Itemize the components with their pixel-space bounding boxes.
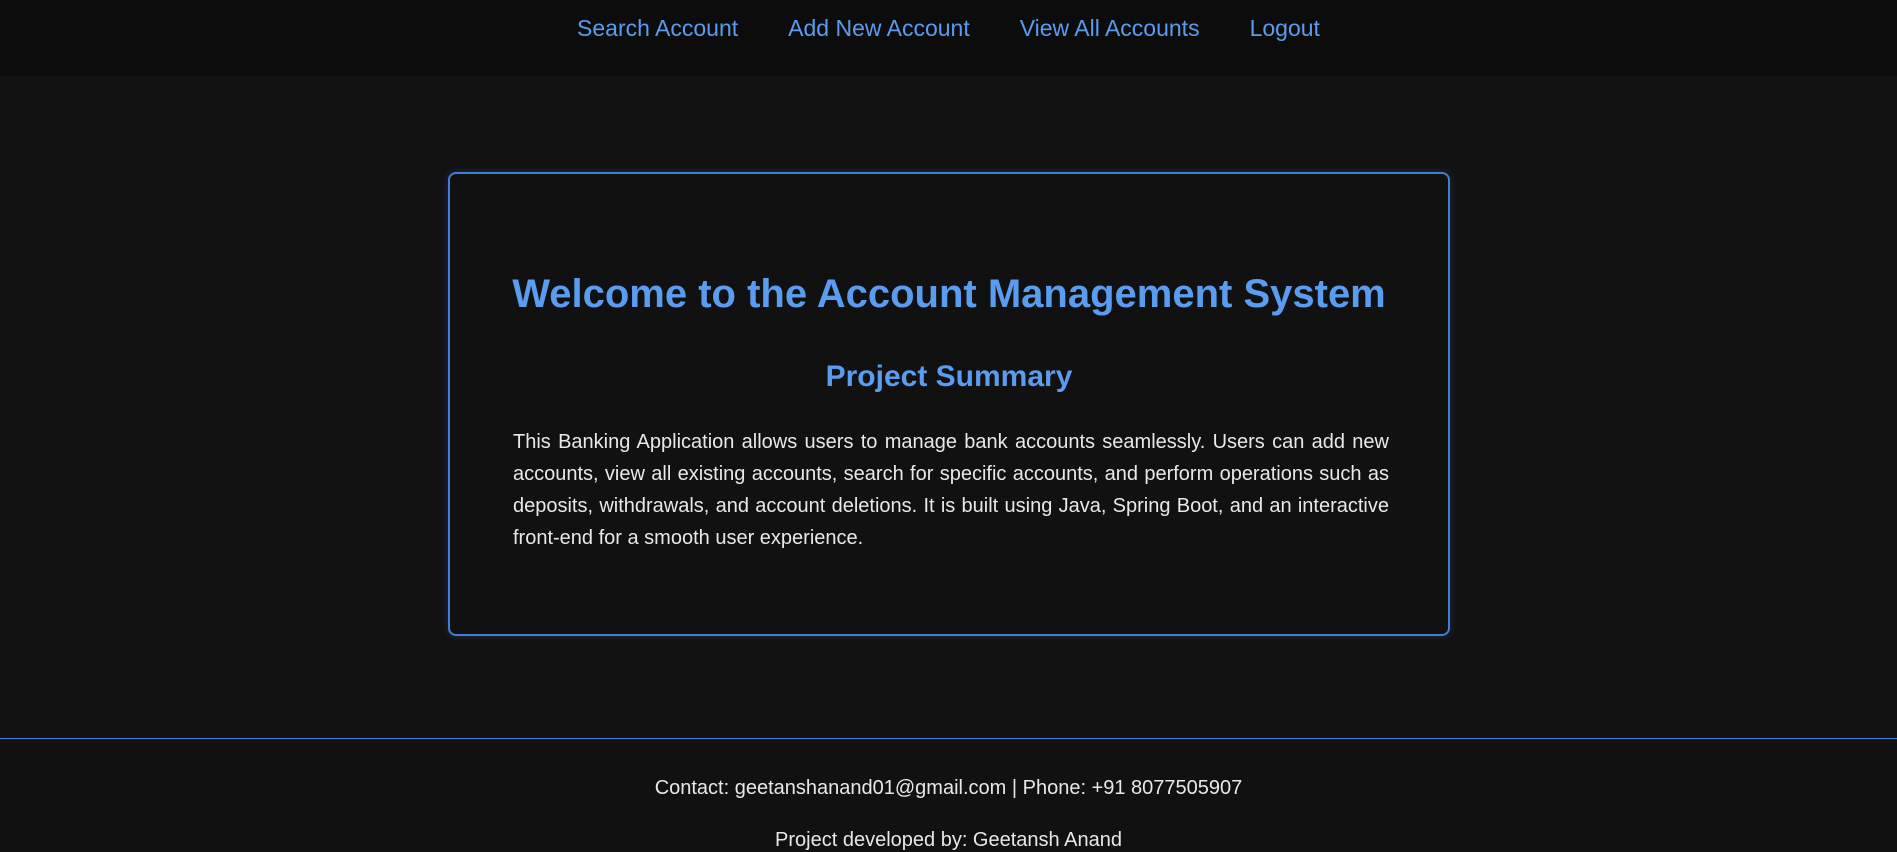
welcome-card: Welcome to the Account Management System… bbox=[448, 172, 1450, 636]
page-title: Welcome to the Account Management System bbox=[512, 272, 1386, 316]
page-footer: Contact: geetanshanand01@gmail.com | Pho… bbox=[0, 738, 1897, 852]
nav-view-all-accounts-link[interactable]: View All Accounts bbox=[1020, 15, 1200, 42]
top-navbar: Search Account Add New Account View All … bbox=[0, 0, 1897, 76]
nav-add-new-account-link[interactable]: Add New Account bbox=[788, 15, 970, 42]
section-subtitle: Project Summary bbox=[825, 360, 1073, 393]
footer-credit: Project developed by: Geetansh Anand bbox=[775, 829, 1122, 851]
project-summary-text: This Banking Application allows users to… bbox=[513, 431, 1389, 549]
nav-logout-link[interactable]: Logout bbox=[1250, 15, 1320, 42]
nav-search-account-link[interactable]: Search Account bbox=[577, 15, 738, 42]
footer-contact-info: Contact: geetanshanand01@gmail.com | Pho… bbox=[654, 777, 1243, 799]
